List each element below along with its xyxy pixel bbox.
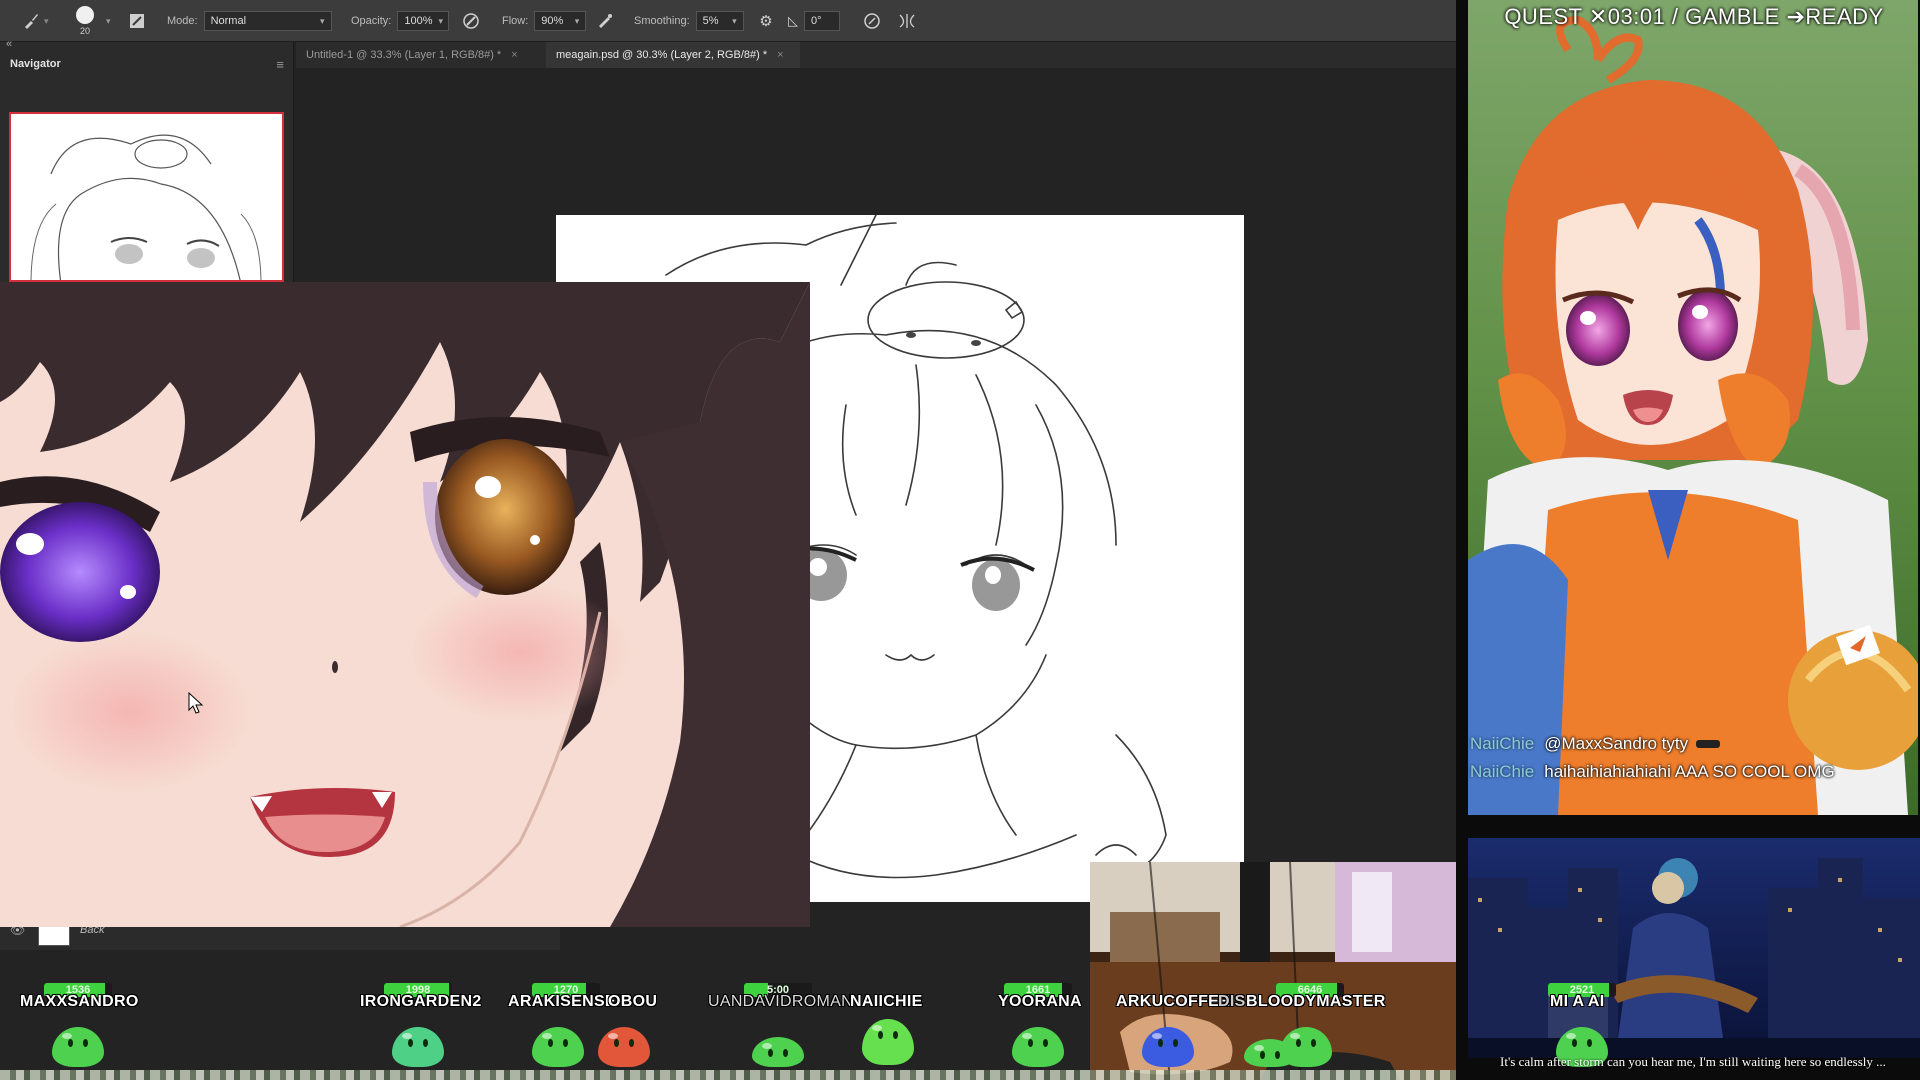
smoothing-label: Smoothing: <box>634 15 690 27</box>
tab-untitled-1[interactable]: Untitled-1 @ 33.3% (Layer 1, RGB/8#) * × <box>296 42 544 68</box>
avatar-face-illustration <box>0 282 810 927</box>
flow-control: Flow: 90% ▾ <box>502 0 587 42</box>
pressure-size-icon[interactable] <box>861 0 883 42</box>
panel-title[interactable]: Navigator <box>10 58 61 70</box>
chevron-down-icon: ▾ <box>574 15 580 26</box>
chevron-down-icon: ▾ <box>438 15 444 26</box>
chat-overlay: NaiiChie @MaxxSandro tyty NaiiChie haiha… <box>1470 730 1910 786</box>
chat-username: NaiiChie <box>1470 734 1535 753</box>
chat-message: NaiiChie haihaihiahiahiahi AAA SO COOL O… <box>1470 758 1910 786</box>
sketch-thumbnail <box>30 134 262 280</box>
close-icon[interactable]: × <box>511 49 517 61</box>
chat-message: NaiiChie @MaxxSandro tyty <box>1470 730 1910 758</box>
airbrush-icon[interactable] <box>594 0 616 42</box>
brush-tool-icon[interactable]: ▾ <box>20 0 49 42</box>
smoothing-gear-icon[interactable]: ⚙ <box>755 0 777 42</box>
streamer-avatar-closeup <box>0 282 810 927</box>
panel-menu-icon[interactable]: ≡ <box>276 57 284 72</box>
opacity-control: Opacity: 100% ▾ <box>351 0 450 42</box>
mode-label: Mode: <box>167 15 198 27</box>
emote-icon <box>1696 740 1721 748</box>
smoothing-value: 5% <box>702 15 719 27</box>
smoothing-input[interactable]: 5% ▾ <box>695 11 744 31</box>
panel-collapse-icon[interactable]: « <box>6 38 12 50</box>
close-icon[interactable]: × <box>777 49 783 61</box>
panel-header: Navigator ≡ <box>0 52 294 76</box>
tab-meagain[interactable]: meagain.psd @ 30.3% (Layer 2, RGB/8#) * … <box>546 42 800 68</box>
city-illustration <box>1468 838 1920 1058</box>
document-tabs: Untitled-1 @ 33.3% (Layer 1, RGB/8#) * ×… <box>296 42 1456 68</box>
chat-username: NaiiChie <box>1470 762 1535 781</box>
pressure-opacity-icon[interactable] <box>460 0 482 42</box>
tab-label: meagain.psd @ 30.3% (Layer 2, RGB/8#) * <box>556 49 768 61</box>
city-guitar-scene <box>1468 838 1920 1058</box>
mode-value: Normal <box>210 15 247 27</box>
chevron-down-icon: ▾ <box>732 15 737 26</box>
stream-scene: ▾ 20 ▾ Mode: Normal ▾ Opacity: 100% ▾ Fl… <box>0 0 1920 1080</box>
brush-preset-icon <box>76 6 94 24</box>
chat-text: haihaihiahiahiahi AAA SO COOL OMG <box>1544 762 1835 781</box>
symmetry-icon[interactable] <box>896 0 918 42</box>
mode-control: Mode: Normal ▾ <box>167 0 332 42</box>
chat-text: @MaxxSandro tyty <box>1544 734 1689 753</box>
quest-status-bar: QUEST ✕03:01 / GAMBLE ➔READY <box>1504 4 1884 29</box>
flow-input[interactable]: 90% ▾ <box>534 11 587 31</box>
mouse-cursor-icon <box>188 691 204 714</box>
angle-value: 0° <box>811 15 822 27</box>
flow-value: 90% <box>541 15 564 27</box>
angle-icon: ◺ <box>788 13 798 28</box>
mode-select[interactable]: Normal ▾ <box>203 11 332 31</box>
game-ground <box>0 1070 1456 1080</box>
angle-control: ◺ 0° <box>788 0 840 42</box>
navigator-thumbnail[interactable] <box>9 112 284 282</box>
angle-input[interactable]: 0° <box>804 11 840 31</box>
vtuber-model-panel <box>1468 0 1918 815</box>
brush-size-label: 20 <box>79 26 90 36</box>
options-bar: ▾ 20 ▾ Mode: Normal ▾ Opacity: 100% ▾ Fl… <box>0 0 1456 42</box>
brush-preset-picker[interactable]: 20 <box>76 0 94 42</box>
flow-label: Flow: <box>502 15 529 27</box>
opacity-input[interactable]: 100% ▾ <box>397 11 450 31</box>
brush-settings-icon[interactable] <box>126 0 148 42</box>
opacity-value: 100% <box>404 15 433 27</box>
opacity-label: Opacity: <box>351 15 392 27</box>
webcam-feed <box>1090 862 1456 1080</box>
desk-webcam <box>1090 862 1456 1080</box>
lyrics-marquee: It's calm after storm can you hear me, I… <box>1500 1054 1886 1069</box>
navigator-panel: « Navigator ≡ <box>0 38 294 282</box>
brush-preset-dropdown[interactable]: ▾ <box>106 0 111 42</box>
vtuber-model <box>1468 0 1918 815</box>
tab-label: Untitled-1 @ 33.3% (Layer 1, RGB/8#) * <box>306 49 502 61</box>
smoothing-control: Smoothing: 5% ▾ <box>634 0 744 42</box>
chevron-down-icon: ▾ <box>320 15 325 26</box>
